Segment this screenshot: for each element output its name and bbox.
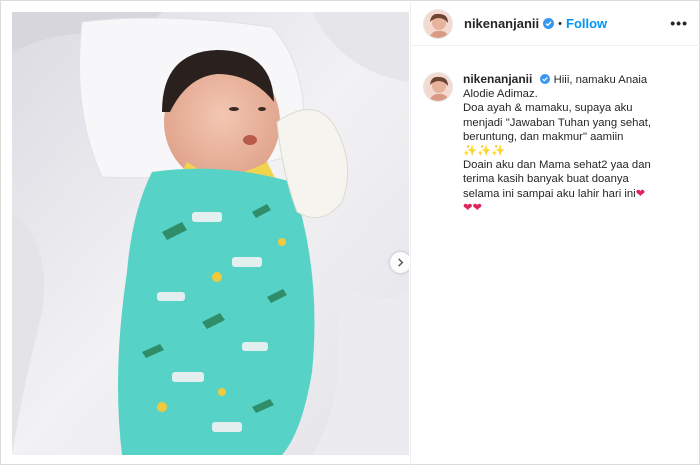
baby-photo-image xyxy=(12,12,409,455)
next-photo-button[interactable] xyxy=(390,252,409,273)
caption-line-8: selama ini sampai aku lahir hari ini xyxy=(463,187,636,200)
heart-emoji: ❤ xyxy=(635,187,646,200)
caption-line-6: Doain aku dan Mama sehat2 yaa dan xyxy=(463,159,651,172)
instagram-post-embed: nikenanjanii • Follow ••• nikenanjanii H… xyxy=(0,0,700,465)
avatar-image xyxy=(424,73,452,101)
post-sidebar: nikenanjanii • Follow ••• nikenanjanii H… xyxy=(410,2,700,465)
caption-text: nikenanjanii Hiii, namaku Anaia Alodie A… xyxy=(463,72,691,215)
post-photo[interactable] xyxy=(12,12,409,455)
caption-line-4: menjadi "Jawaban Tuhan yang sehat, xyxy=(463,116,652,129)
verified-badge-icon xyxy=(539,74,551,85)
caption-block: nikenanjanii Hiii, namaku Anaia Alodie A… xyxy=(423,72,693,215)
author-username[interactable]: nikenanjanii xyxy=(464,16,539,31)
follow-button[interactable]: Follow xyxy=(566,16,607,31)
caption-line-7: terima kasih banyak buat doanya xyxy=(463,173,629,186)
avatar-image xyxy=(424,9,452,38)
caption-line-2: Alodie Adimaz. xyxy=(463,88,538,101)
more-options-icon[interactable]: ••• xyxy=(670,15,688,31)
chevron-right-icon xyxy=(398,258,404,267)
caption-line-5: beruntung, dan makmur" aamiin xyxy=(463,130,624,143)
author-avatar[interactable] xyxy=(423,8,453,39)
caption-author-avatar[interactable] xyxy=(423,72,453,102)
verified-badge-icon xyxy=(543,18,555,29)
hearts-emoji: ❤❤ xyxy=(463,201,482,214)
caption-username[interactable]: nikenanjanii xyxy=(463,72,532,86)
follow-separator: • xyxy=(558,17,562,30)
caption-line-1: Hiii, namaku Anaia xyxy=(553,74,648,86)
caption-line-3: Doa ayah & mamaku, supaya aku xyxy=(463,102,633,115)
post-header: nikenanjanii • Follow ••• xyxy=(411,2,700,46)
sparkles-emoji: ✨✨✨ xyxy=(463,145,506,158)
